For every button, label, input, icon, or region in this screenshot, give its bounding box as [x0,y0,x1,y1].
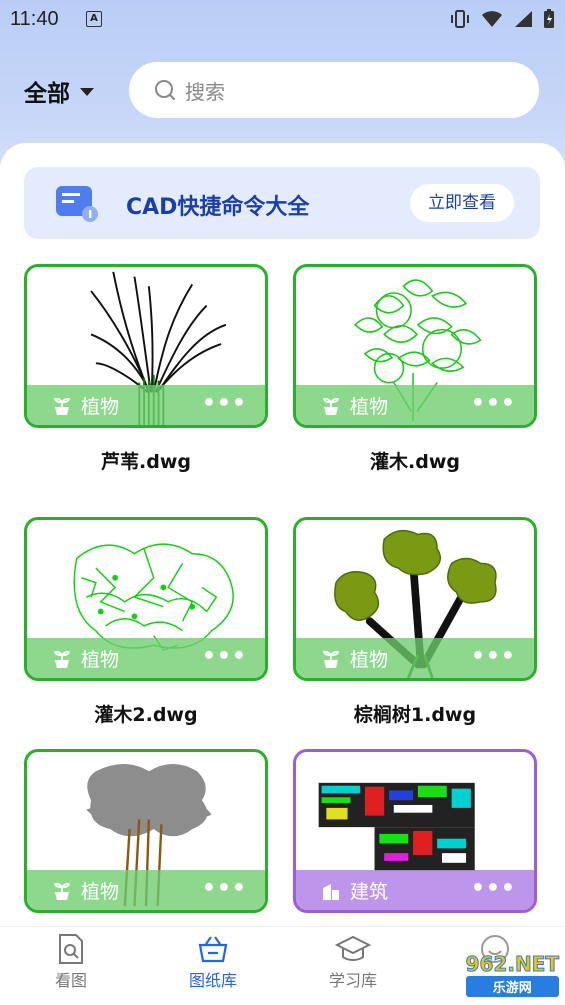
category-filter-dropdown[interactable]: 全部 [24,74,94,108]
plant-icon [53,650,71,668]
status-time: 11:40 [10,8,59,30]
search-input[interactable]: 搜索 [129,62,539,118]
basket-icon [198,936,228,963]
drawing-card[interactable]: 植物 ••• [293,517,537,681]
drawing-card[interactable]: 植物 ••• [24,264,268,428]
watermark-sub: 乐游网 [465,976,559,997]
notification-icon: A [86,11,102,27]
more-options-button[interactable]: ••• [202,876,247,901]
vibrate-icon [451,10,469,28]
tab-view-drawing[interactable]: 看图 [16,931,126,991]
main-panel: CAD快捷命令大全 立即查看 植物 ••• 芦苇.dwg 植物 ••• 灌木.d… [0,143,565,1004]
drawing-card[interactable]: 植物 ••• [293,264,537,428]
category-label: 建筑 [350,881,389,903]
category-bar: 植物 ••• [296,638,534,678]
category-label: 植物 [81,649,120,671]
file-name: 芦苇.dwg [101,451,191,473]
header: 全部 搜索 [0,60,565,120]
building-icon [323,883,339,900]
plant-icon [322,650,340,668]
category-bar: 植物 ••• [27,638,265,678]
search-placeholder: 搜索 [185,79,225,104]
plant-icon [53,882,71,900]
category-label: 植物 [81,396,120,418]
category-label: 植物 [350,649,389,671]
category-bar: 植物 ••• [27,870,265,910]
drawing-card[interactable]: 植物 ••• [24,517,268,681]
signal-icon [515,11,532,27]
more-options-button[interactable]: ••• [202,391,247,416]
battery-icon [544,9,554,28]
wifi-icon [482,11,502,27]
plant-icon [53,397,71,415]
tab-learning-library[interactable]: 学习库 [298,931,408,991]
caret-down-icon [80,88,94,96]
document-search-icon [59,934,83,964]
graduation-cap-icon [335,935,371,961]
banner-title: CAD快捷命令大全 [126,195,310,220]
more-options-button[interactable]: ••• [471,391,516,416]
file-name: 灌木.dwg [370,451,460,473]
tab-label: 看图 [54,971,87,990]
file-name: 灌木2.dwg [94,704,198,726]
category-bar: 植物 ••• [296,385,534,425]
file-name: 棕榈树1.dwg [353,704,477,726]
status-bar: 11:40 A [0,0,565,38]
cad-commands-banner[interactable]: CAD快捷命令大全 立即查看 [24,167,540,239]
category-label: 植物 [81,881,120,903]
filter-label: 全部 [24,81,70,107]
tab-label: 图纸库 [188,971,237,990]
category-bar: 植物 ••• [27,385,265,425]
view-now-button[interactable]: 立即查看 [410,184,514,222]
command-doc-icon [56,186,98,222]
search-icon [155,80,175,100]
watermark-logo: 962.NET 乐游网 [465,952,560,997]
drawing-card[interactable]: 建筑 ••• [293,749,537,913]
watermark-brand: 962.NET [465,952,559,977]
more-options-button[interactable]: ••• [471,644,516,669]
more-options-button[interactable]: ••• [202,644,247,669]
category-label: 植物 [350,396,389,418]
category-bar: 建筑 ••• [296,870,534,910]
more-options-button[interactable]: ••• [471,876,516,901]
tab-drawing-library[interactable]: 图纸库 [158,931,268,991]
drawing-card[interactable]: 植物 ••• [24,749,268,913]
tab-label: 学习库 [328,971,377,990]
plant-icon [322,397,340,415]
bottom-nav: 看图 图纸库 学习库 962.NET 乐游网 [0,926,565,1005]
